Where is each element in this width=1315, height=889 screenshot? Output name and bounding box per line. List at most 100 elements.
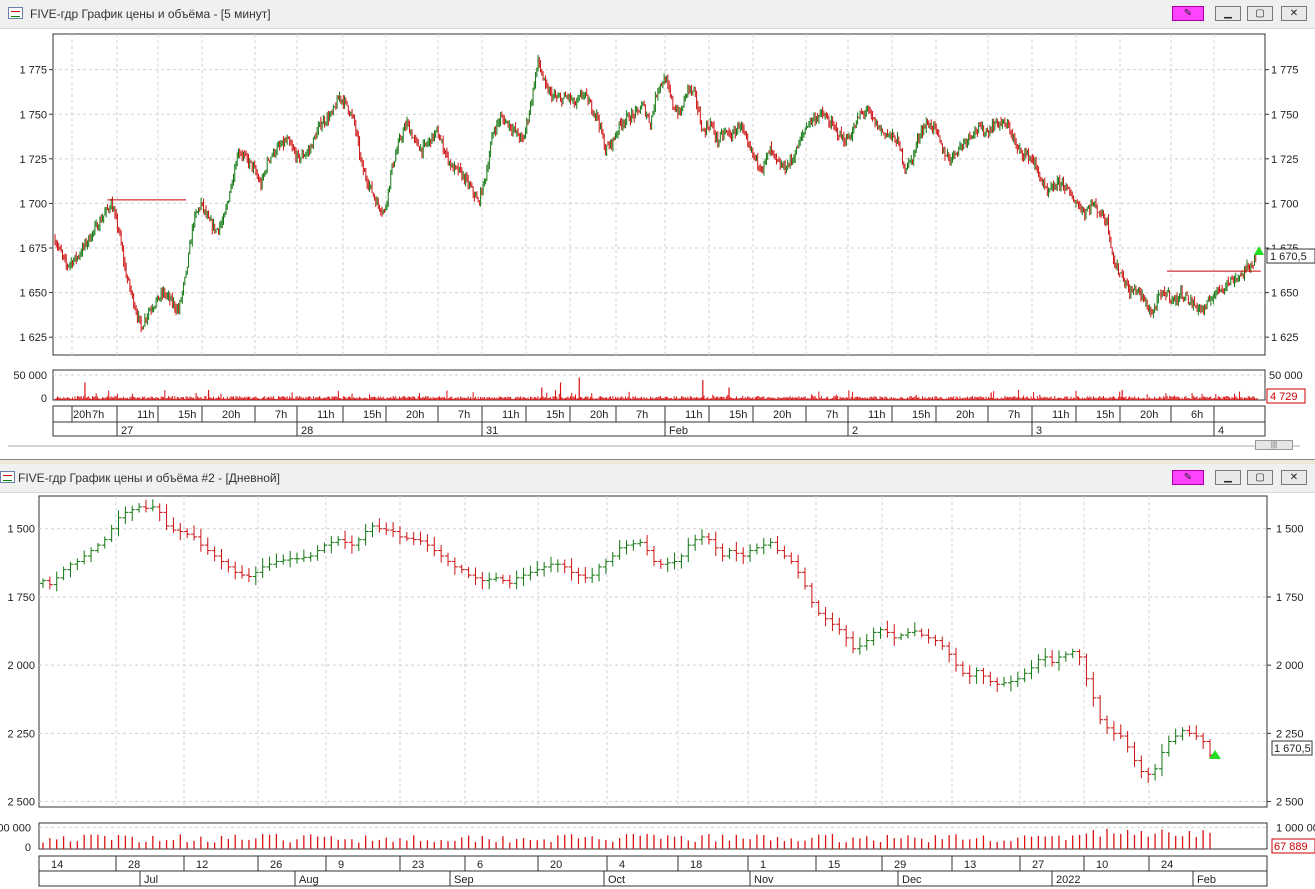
window-titlebar[interactable]: FIVE-гдр График цены и объёма - [5 минут… bbox=[0, 0, 1315, 29]
minimize-button[interactable]: ▁ bbox=[1215, 470, 1241, 485]
window-title: FIVE-гдр График цены и объёма - [5 минут… bbox=[30, 7, 271, 21]
y-tick-label-right: 1 750 bbox=[1276, 592, 1304, 604]
date-label: 28 bbox=[301, 425, 313, 437]
time-label: 11h bbox=[317, 409, 335, 421]
chart-window-5min: FIVE-гдр График цены и объёма - [5 минут… bbox=[0, 0, 1315, 460]
y-tick-label-left: 1 750 bbox=[7, 592, 35, 604]
close-button[interactable]: ✕ bbox=[1281, 6, 1307, 21]
window-titlebar[interactable]: FIVE-гдр График цены и объёма #2 - [Днев… bbox=[0, 464, 1315, 493]
date-label: 4 bbox=[1218, 425, 1224, 437]
volume-tick-label-left: 50 000 bbox=[13, 370, 47, 382]
price-volume-chart-daily[interactable]: 2 500 2 500 2 250 2 250 2 000 2 000 1 750 1 750… bbox=[0, 492, 1315, 889]
chart-window-daily: FIVE-гдр График цены и объёма #2 - [Днев… bbox=[0, 464, 1315, 889]
time-label: 11h bbox=[137, 409, 155, 421]
y-tick-label-right: 1 650 bbox=[1271, 288, 1299, 300]
month-label: Aug bbox=[299, 874, 319, 886]
time-label: 7h bbox=[826, 409, 838, 421]
month-label: Nov bbox=[754, 874, 774, 886]
y-tick-label-left: 1 500 bbox=[7, 524, 35, 536]
date-label: 27 bbox=[121, 425, 133, 437]
time-label: 20 bbox=[550, 859, 562, 871]
time-label: 4 bbox=[619, 859, 625, 871]
last-volume-label: 4 729 bbox=[1270, 391, 1298, 403]
time-label: 28 bbox=[128, 859, 140, 871]
time-label: 15h bbox=[729, 409, 747, 421]
date-label: 3 bbox=[1036, 425, 1042, 437]
price-plot-area bbox=[52, 33, 1266, 356]
time-label: 7h bbox=[275, 409, 287, 421]
y-tick-label-right: 1 725 bbox=[1271, 154, 1299, 166]
time-label: 11h bbox=[1052, 409, 1070, 421]
y-tick-label-right: 1 500 bbox=[1276, 524, 1304, 536]
pin-icon[interactable]: ✎ bbox=[1172, 6, 1204, 21]
time-label: 29 bbox=[894, 859, 906, 871]
month-label: Feb bbox=[1197, 874, 1216, 886]
window-title: FIVE-гдр График цены и объёма #2 - [Днев… bbox=[18, 471, 280, 485]
price-volume-chart-5min[interactable]: 1 6251 6251 6501 6501 6751 6751 7001 700… bbox=[0, 28, 1315, 458]
volume-zero-label: 0 bbox=[41, 393, 47, 405]
y-tick-label-left: 1 675 bbox=[19, 243, 47, 255]
time-label: 1 bbox=[760, 859, 766, 871]
month-label: Sep bbox=[454, 874, 474, 886]
time-label: 15h bbox=[178, 409, 196, 421]
volume-tick-label-right: 1 000 000 bbox=[1276, 822, 1315, 834]
pin-icon[interactable]: ✎ bbox=[1172, 470, 1204, 485]
time-label: 15 bbox=[828, 859, 840, 871]
horizontal-scrollbar-thumb[interactable]: ||| bbox=[1255, 440, 1293, 450]
last-price-label: 1 670,5 bbox=[1270, 251, 1307, 263]
time-label: 11h bbox=[502, 409, 520, 421]
y-tick-label-right: 1 750 bbox=[1271, 109, 1299, 121]
time-label: 23 bbox=[412, 859, 424, 871]
time-label: 7h bbox=[1008, 409, 1020, 421]
time-label: 12 bbox=[196, 859, 208, 871]
date-label: Feb bbox=[669, 425, 688, 437]
month-label: Jul bbox=[144, 874, 158, 886]
volume-zero-label: 0 bbox=[25, 842, 31, 854]
y-tick-label-right: 1 625 bbox=[1271, 332, 1299, 344]
y-tick-label-right: 2 500 bbox=[1276, 797, 1304, 809]
y-tick-label-left: 1 750 bbox=[19, 109, 47, 121]
time-label: 20h bbox=[590, 409, 608, 421]
chart-window-icon bbox=[8, 7, 23, 19]
time-label: 20h bbox=[406, 409, 424, 421]
time-label: 20h bbox=[222, 409, 240, 421]
date-label: 2 bbox=[852, 425, 858, 437]
time-label: 15h bbox=[363, 409, 381, 421]
y-tick-label-left: 2 000 bbox=[7, 660, 35, 672]
date-label: 31 bbox=[486, 425, 498, 437]
month-label: 2022 bbox=[1056, 874, 1080, 886]
time-label: 10 bbox=[1096, 859, 1108, 871]
time-label: 7h bbox=[636, 409, 648, 421]
maximize-button[interactable]: ▢ bbox=[1247, 470, 1273, 485]
time-label: 11h bbox=[868, 409, 886, 421]
time-label: 6 bbox=[477, 859, 483, 871]
time-label: 18 bbox=[690, 859, 702, 871]
y-tick-label-left: 1 700 bbox=[19, 198, 47, 210]
volume-tick-label-left: 1 000 000 bbox=[0, 822, 31, 834]
month-label: Dec bbox=[902, 874, 922, 886]
price-plot-area bbox=[38, 495, 1268, 808]
time-label: 11h bbox=[685, 409, 703, 421]
time-label: 20h bbox=[773, 409, 791, 421]
time-label: 15h bbox=[912, 409, 930, 421]
y-tick-label-right: 1 700 bbox=[1271, 198, 1299, 210]
y-tick-label-left: 1 625 bbox=[19, 332, 47, 344]
month-label: Oct bbox=[608, 874, 625, 886]
chart-window-icon bbox=[0, 471, 15, 483]
y-tick-label-left: 1 725 bbox=[19, 154, 47, 166]
time-label: 20h bbox=[1140, 409, 1158, 421]
minimize-button[interactable]: ▁ bbox=[1215, 6, 1241, 21]
time-label: 20h bbox=[956, 409, 974, 421]
time-label: 13 bbox=[964, 859, 976, 871]
last-volume-label: 67 889 bbox=[1274, 841, 1308, 853]
y-tick-label-right: 1 775 bbox=[1271, 65, 1299, 77]
maximize-button[interactable]: ▢ bbox=[1247, 6, 1273, 21]
time-label: 26 bbox=[270, 859, 282, 871]
last-price-label: 1 670,5 bbox=[1274, 743, 1311, 755]
close-button[interactable]: ✕ bbox=[1281, 470, 1307, 485]
y-tick-label-left: 1 650 bbox=[19, 288, 47, 300]
volume-tick-label-right: 50 000 bbox=[1269, 370, 1303, 382]
y-tick-label-right: 2 000 bbox=[1276, 660, 1304, 672]
time-label: 7h bbox=[458, 409, 470, 421]
time-label: 24 bbox=[1161, 859, 1173, 871]
